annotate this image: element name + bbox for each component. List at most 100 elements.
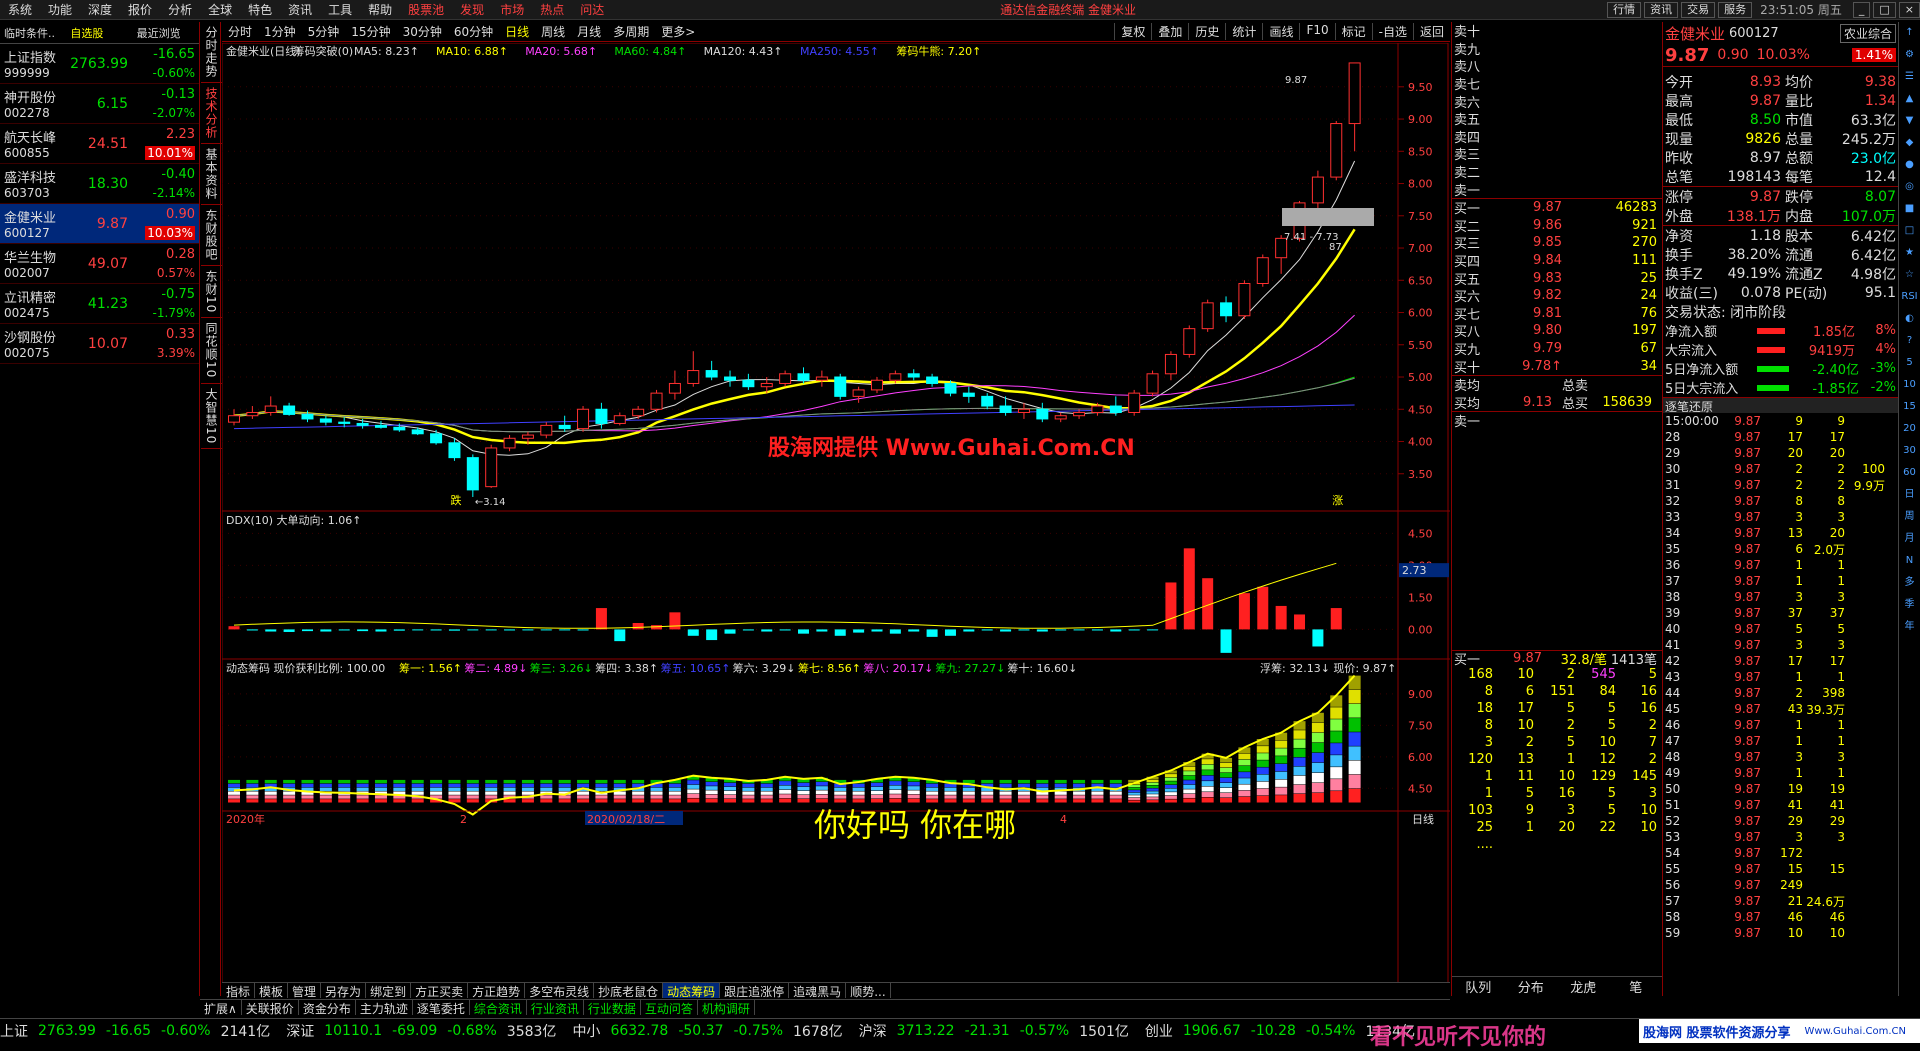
menu-item[interactable]: 功能 (40, 1, 80, 18)
menu-item[interactable]: 帮助 (360, 1, 400, 18)
menu-item[interactable]: 市场 (492, 1, 532, 18)
chart-tool-button[interactable]: 统计 (1225, 23, 1262, 40)
menu-item[interactable]: 深度 (80, 1, 120, 18)
side-tool-icon[interactable]: ▲ (1899, 88, 1920, 110)
extension-tab[interactable]: 资金分布 (299, 1000, 356, 1015)
menu-item[interactable]: 问达 (572, 1, 612, 18)
period-tab[interactable]: 60分钟 (448, 23, 499, 40)
watchlist-row[interactable]: 盛洋科技60370318.30-0.40-2.14% (0, 164, 199, 204)
watchlist-row[interactable]: 沙钢股份00207510.070.333.39% (0, 324, 199, 364)
indicator-tab[interactable]: 管理 (288, 983, 321, 998)
indicator-tab[interactable]: 跟庄追涨停 (720, 983, 789, 998)
indicator-tab[interactable]: 另存为 (321, 983, 366, 998)
side-tool-icon[interactable]: ★ (1899, 242, 1920, 264)
side-tool-icon[interactable]: 20 (1899, 418, 1920, 440)
period-tab[interactable]: 多周期 (607, 23, 655, 40)
period-tab[interactable]: 15分钟 (345, 23, 396, 40)
side-tool-icon[interactable]: ■ (1899, 198, 1920, 220)
side-tool-icon[interactable]: 60 (1899, 462, 1920, 484)
top-button[interactable]: 交易 (1681, 2, 1715, 18)
indicator-tab[interactable]: 模板 (255, 983, 288, 998)
watchlist-row[interactable]: 上证指数9999992763.99-16.65-0.60% (0, 44, 199, 84)
top-button[interactable]: 服务 (1718, 2, 1752, 18)
indicator-tab[interactable]: 顺势... (846, 983, 890, 998)
extension-tab[interactable]: 关联报价 (242, 1000, 299, 1015)
extension-tab[interactable]: 机构调研 (698, 1000, 755, 1015)
chart-tool-button[interactable]: 返回 (1413, 23, 1450, 40)
chart-tool-button[interactable]: 叠加 (1151, 23, 1188, 40)
period-tab[interactable]: 5分钟 (302, 23, 346, 40)
side-tab[interactable]: 大智慧10 (201, 384, 222, 449)
side-tool-icon[interactable]: 30 (1899, 440, 1920, 462)
extension-tab[interactable]: 逐笔委托 (413, 1000, 470, 1015)
top-button[interactable]: 行情 (1607, 2, 1641, 18)
indicator-tab[interactable]: 方正趋势 (468, 983, 525, 998)
extension-tab[interactable]: 互动问答 (641, 1000, 698, 1015)
extension-tab[interactable]: 综合资讯 (470, 1000, 527, 1015)
period-tab[interactable]: 月线 (571, 23, 607, 40)
chart-tool-button[interactable]: -自选 (1372, 23, 1413, 40)
side-tool-icon[interactable]: ↑ (1899, 22, 1920, 44)
side-tool-icon[interactable]: ☆ (1899, 264, 1920, 286)
orderbook-tab[interactable]: 队列 (1452, 977, 1505, 996)
period-tab[interactable]: 30分钟 (397, 23, 448, 40)
extension-tab[interactable]: 行业数据 (584, 1000, 641, 1015)
extension-tab[interactable]: 主力轨迹 (356, 1000, 413, 1015)
side-tool-icon[interactable]: 日 (1899, 484, 1920, 506)
side-tool-icon[interactable]: □ (1899, 220, 1920, 242)
industry-badge[interactable]: 农业综合 (1840, 24, 1896, 43)
side-tool-icon[interactable]: 10 (1899, 374, 1920, 396)
side-tool-icon[interactable]: 15 (1899, 396, 1920, 418)
window-control-icon[interactable]: × (1899, 2, 1920, 18)
chart-tool-button[interactable]: F10 (1299, 23, 1334, 40)
menu-item[interactable]: 报价 (120, 1, 160, 18)
watchlist-row[interactable]: 华兰生物00200749.070.280.57% (0, 244, 199, 284)
menu-item[interactable]: 股票池 (400, 1, 452, 18)
side-tab[interactable]: 基本资料 (201, 144, 222, 205)
extension-tab[interactable]: 行业资讯 (527, 1000, 584, 1015)
watchlist-row[interactable]: 立讯精密00247541.23-0.75-1.79% (0, 284, 199, 324)
side-tab[interactable]: 分时走势 (201, 22, 222, 83)
indicator-tab[interactable]: 抄底老鼠仓 (594, 983, 663, 998)
chart-tool-button[interactable]: 画线 (1262, 23, 1299, 40)
indicator-tab[interactable]: 动态筹码 (663, 983, 720, 998)
watchlist-row[interactable]: 金健米业6001279.870.9010.03% (0, 204, 199, 244)
chart-tool-button[interactable]: 历史 (1188, 23, 1225, 40)
watchlist-row[interactable]: 航天长峰60085524.512.2310.01% (0, 124, 199, 164)
menu-item[interactable]: 资讯 (280, 1, 320, 18)
indicator-tab[interactable]: 多空布灵线 (525, 983, 594, 998)
side-tool-icon[interactable]: RSI (1899, 286, 1920, 308)
watchlist-tab[interactable]: 自选股 (66, 22, 132, 43)
watchlist-tab[interactable]: 临时条件.. (0, 22, 66, 43)
window-control-icon[interactable]: □ (1873, 2, 1895, 18)
side-tab[interactable]: 同花顺10 (201, 318, 222, 383)
side-tool-icon[interactable]: 5 (1899, 352, 1920, 374)
window-control-icon[interactable]: _ (1853, 2, 1871, 18)
watchlist-tab[interactable]: 最近浏览 (133, 22, 199, 43)
indicator-tab[interactable]: 指标 (222, 983, 255, 998)
side-tool-icon[interactable]: ◎ (1899, 176, 1920, 198)
side-tab[interactable]: 东财10 (201, 266, 222, 318)
kline-chart[interactable]: 金健米业(日线)筹码突破(0)MA5: 8.23↑MA10: 6.88↑MA20… (222, 43, 1450, 1003)
menu-item[interactable]: 全球 (200, 1, 240, 18)
indicator-tab[interactable]: 绑定到 (366, 983, 411, 998)
orderbook-tab[interactable]: 龙虎 (1557, 977, 1610, 996)
side-tool-icon[interactable]: ◐ (1899, 308, 1920, 330)
menu-item[interactable]: 热点 (532, 1, 572, 18)
side-tool-icon[interactable]: 多 (1899, 572, 1920, 594)
side-tool-icon[interactable]: ● (1899, 154, 1920, 176)
side-tool-icon[interactable]: 周 (1899, 506, 1920, 528)
period-tab[interactable]: 周线 (535, 23, 571, 40)
menu-item[interactable]: 系统 (0, 1, 40, 18)
watchlist-row[interactable]: 神开股份0022786.15-0.13-2.07% (0, 84, 199, 124)
side-tool-icon[interactable]: 月 (1899, 528, 1920, 550)
period-tab[interactable]: 更多> (655, 23, 701, 40)
menu-item[interactable]: 分析 (160, 1, 200, 18)
chart-tool-button[interactable]: 标记 (1335, 23, 1372, 40)
menu-item[interactable]: 工具 (320, 1, 360, 18)
side-tool-icon[interactable]: ☰ (1899, 66, 1920, 88)
side-tab[interactable]: 东财股吧 (201, 205, 222, 266)
orderbook-tab[interactable]: 笔 (1610, 977, 1663, 996)
menu-item[interactable]: 特色 (240, 1, 280, 18)
chart-tool-button[interactable]: 复权 (1114, 23, 1151, 40)
